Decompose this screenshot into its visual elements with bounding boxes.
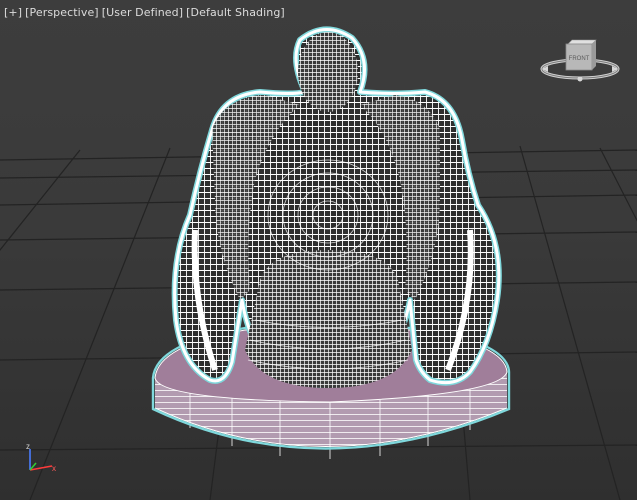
viewport-menu-plus[interactable]: [+] [4,6,22,19]
viewport-label-menu: [+] [Perspective] [User Defined] [Default S… [4,6,288,19]
perspective-viewport[interactable]: [+] [Perspective] [User Defined] [Default S… [0,0,637,500]
viewport-view-mode[interactable]: [Perspective] [25,6,99,19]
viewport-scene[interactable]: FRONT z x [0,0,637,500]
viewcube[interactable]: FRONT [540,39,620,82]
viewcube-compass-south-icon [577,76,583,82]
viewcube-face-label: FRONT [569,56,590,62]
z-axis-label: z [26,442,30,451]
viewport-view-preset[interactable]: [User Defined] [102,6,183,19]
x-axis-label: x [52,464,56,473]
viewport-shading-mode[interactable]: [Default Shading] [186,6,285,19]
sculpture-mesh[interactable] [171,26,502,388]
